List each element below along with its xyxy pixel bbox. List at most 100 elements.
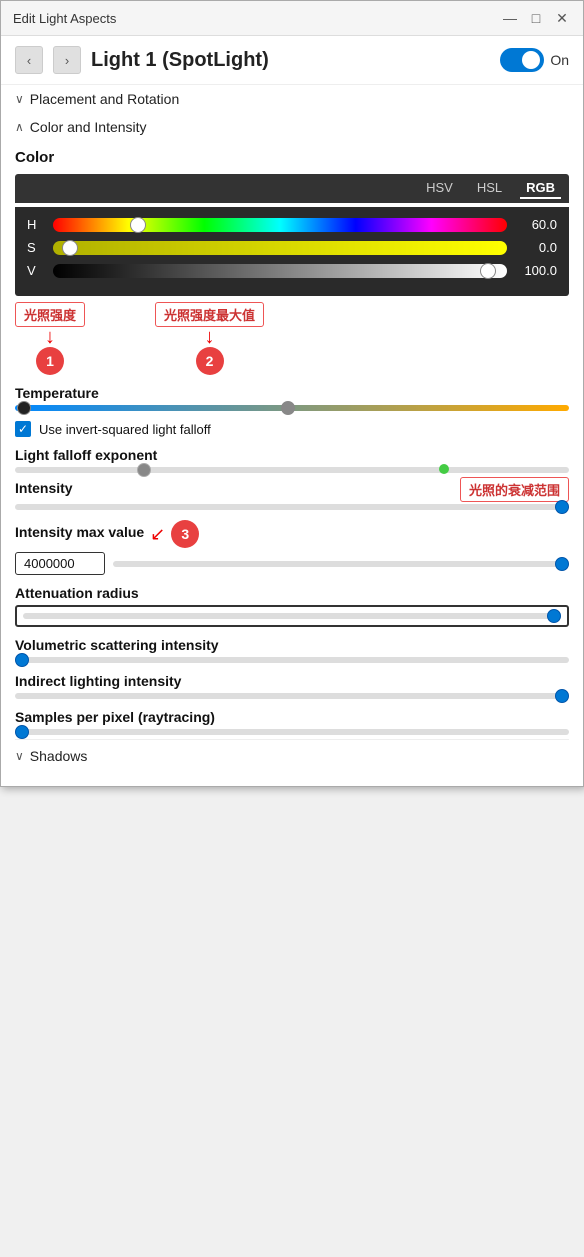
annotation-shuaijian: 光照的衰减范围 — [460, 477, 569, 502]
intensity-thumb — [555, 500, 569, 514]
placement-label: Placement and Rotation — [30, 91, 179, 107]
arrow-icon-1: ↓ — [45, 327, 55, 347]
intensity-slider-wrap — [15, 504, 569, 510]
v-value: 100.0 — [507, 263, 557, 278]
attenuation-slider-wrap — [23, 613, 561, 619]
invert-falloff-row: Use invert-squared light falloff — [15, 421, 569, 437]
shadows-label: Shadows — [30, 748, 88, 764]
intensity-max-value[interactable]: 4000000 — [15, 552, 105, 575]
tab-hsv[interactable]: HSV — [420, 178, 459, 199]
indirect-slider-wrap — [15, 693, 569, 699]
placement-section-row[interactable]: ∨ Placement and Rotation — [15, 85, 569, 113]
samples-label: Samples per pixel (raytracing) — [15, 709, 569, 725]
shadows-row[interactable]: ∨ Shadows — [15, 739, 569, 772]
samples-thumb — [15, 725, 29, 739]
s-thumb — [62, 240, 78, 256]
window: Edit Light Aspects — □ ✕ ‹ › Light 1 (Sp… — [0, 0, 584, 787]
intensity-max-slider[interactable] — [113, 561, 569, 567]
window-title: Edit Light Aspects — [13, 11, 116, 26]
annotation-qiangdu: 光照强度 — [15, 302, 85, 327]
temperature-thumb-2 — [281, 401, 295, 415]
arrow-icon-2: ↓ — [205, 327, 215, 347]
color-intensity-section-row[interactable]: ∧ Color and Intensity — [15, 113, 569, 141]
light-name: Light 1 (SpotLight) — [91, 49, 490, 72]
color-intensity-label: Color and Intensity — [30, 119, 147, 135]
falloff-slider[interactable] — [15, 467, 569, 473]
invert-falloff-checkbox[interactable] — [15, 421, 31, 437]
hsv-panel: H 60.0 S 0.0 V — [15, 207, 569, 296]
tab-hsl[interactable]: HSL — [471, 178, 508, 199]
annotation-row-1: 光照强度 ↓ 1 光照强度最大值 ↓ 2 — [15, 302, 569, 375]
attenuation-label: Attenuation radius — [15, 585, 569, 601]
falloff-section: Light falloff exponent — [15, 447, 569, 473]
intensity-max-thumb — [555, 557, 569, 571]
tab-rgb[interactable]: RGB — [520, 178, 561, 199]
content-area: ∨ Placement and Rotation ∧ Color and Int… — [1, 85, 583, 786]
intensity-max-slider-wrap — [113, 561, 569, 567]
falloff-label: Light falloff exponent — [15, 447, 569, 463]
dot-green — [439, 461, 449, 479]
annotation-2: 光照强度最大值 ↓ 2 — [155, 302, 264, 375]
intensity-max-label: Intensity max value — [15, 524, 144, 540]
placement-chevron-icon: ∨ — [15, 92, 24, 106]
falloff-thumb — [137, 463, 151, 477]
s-value: 0.0 — [507, 240, 557, 255]
color-title: Color — [15, 149, 569, 166]
attenuation-thumb — [547, 609, 561, 623]
h-row: H 60.0 — [27, 217, 557, 232]
s-slider[interactable] — [53, 241, 507, 255]
volumetric-slider-wrap — [15, 657, 569, 663]
title-controls: — □ ✕ — [501, 9, 571, 27]
volumetric-section: Volumetric scattering intensity — [15, 637, 569, 663]
temperature-slider[interactable] — [15, 405, 569, 411]
temperature-section: Temperature — [15, 385, 569, 411]
samples-section: Samples per pixel (raytracing) — [15, 709, 569, 735]
circle-3: 3 — [171, 520, 199, 548]
light-toggle[interactable] — [500, 48, 544, 72]
indirect-section: Indirect lighting intensity — [15, 673, 569, 699]
v-slider[interactable] — [53, 264, 507, 278]
toggle-container: On — [500, 48, 569, 72]
h-slider[interactable] — [53, 218, 507, 232]
attenuation-box — [15, 605, 569, 627]
nav-prev-button[interactable]: ‹ — [15, 46, 43, 74]
circle-1: 1 — [36, 347, 64, 375]
shadows-chevron-icon: ∨ — [15, 749, 24, 763]
maximize-button[interactable]: □ — [527, 9, 545, 27]
samples-slider[interactable] — [15, 729, 569, 735]
annotation-zuida: 光照强度最大值 — [155, 302, 264, 327]
header-row: ‹ › Light 1 (SpotLight) On — [1, 36, 583, 85]
intensity-annotation-row: Intensity 光照的衰减范围 — [15, 477, 569, 502]
falloff-slider-wrap — [15, 467, 569, 473]
samples-slider-wrap — [15, 729, 569, 735]
temperature-slider-wrap — [15, 405, 569, 411]
indirect-slider[interactable] — [15, 693, 569, 699]
temperature-slider-row — [15, 405, 569, 411]
color-tabs: HSV HSL RGB — [15, 174, 569, 203]
nav-next-button[interactable]: › — [53, 46, 81, 74]
minimize-button[interactable]: — — [501, 9, 519, 27]
intensity-max-row: 4000000 — [15, 552, 569, 575]
v-thumb — [480, 263, 496, 279]
intensity-max-header: Intensity max value ↙ 3 — [15, 520, 569, 548]
intensity-label: Intensity — [15, 480, 73, 496]
attenuation-slider[interactable] — [23, 613, 561, 619]
s-row: S 0.0 — [27, 240, 557, 255]
circle-2: 2 — [196, 347, 224, 375]
volumetric-slider[interactable] — [15, 657, 569, 663]
indirect-thumb — [555, 689, 569, 703]
temperature-label: Temperature — [15, 385, 569, 401]
toggle-label: On — [550, 52, 569, 68]
indirect-label: Indirect lighting intensity — [15, 673, 569, 689]
temperature-thumb — [17, 401, 31, 415]
volumetric-thumb — [15, 653, 29, 667]
annotation-1: 光照强度 ↓ 1 — [15, 302, 85, 375]
h-thumb — [130, 217, 146, 233]
invert-falloff-label: Use invert-squared light falloff — [39, 422, 211, 437]
close-button[interactable]: ✕ — [553, 9, 571, 27]
v-label: V — [27, 263, 45, 278]
intensity-max-section: Intensity max value ↙ 3 4000000 — [15, 520, 569, 575]
attenuation-section: Attenuation radius — [15, 585, 569, 627]
intensity-slider[interactable] — [15, 504, 569, 510]
v-row: V 100.0 — [27, 263, 557, 278]
